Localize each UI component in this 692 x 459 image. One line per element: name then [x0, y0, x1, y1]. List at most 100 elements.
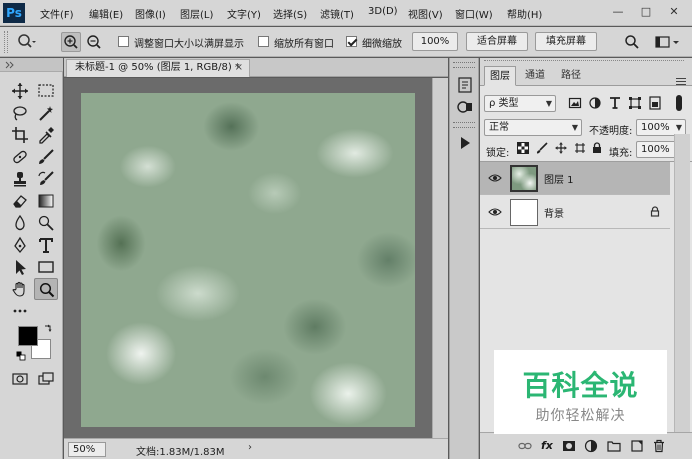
layer-row-background[interactable]: 背景 [480, 196, 670, 229]
menu-3d[interactable]: 3D(D) [368, 6, 398, 17]
delete-layer-icon[interactable] [652, 439, 666, 453]
filter-shape-icon[interactable] [628, 96, 642, 110]
close-window-button[interactable]: ✕ [662, 3, 686, 21]
marquee-tool-icon[interactable] [34, 80, 58, 102]
menu-image[interactable]: 图像(I) [135, 6, 166, 21]
blend-mode-select[interactable]: 正常 ▼ [484, 119, 582, 136]
collapsed-panels-grip-2 [453, 122, 475, 128]
tab-channels[interactable]: 通道 [518, 66, 552, 86]
blur-tool-icon[interactable] [8, 212, 32, 234]
filter-pixel-icon[interactable] [568, 96, 582, 110]
tab-layers[interactable]: 图层 [484, 66, 516, 86]
move-tool-icon[interactable] [8, 80, 32, 102]
filter-adjustment-icon[interactable] [588, 96, 602, 110]
image-canvas[interactable] [81, 93, 415, 427]
link-layers-icon[interactable] [518, 439, 532, 453]
menu-window[interactable]: 窗口(W) [455, 6, 493, 21]
brush-tool-icon[interactable] [34, 146, 58, 168]
layer-row-layer1[interactable]: 图层 1 [480, 162, 670, 195]
minimize-button[interactable]: — [606, 3, 630, 21]
path-selection-tool-icon[interactable] [8, 256, 32, 278]
lock-position-icon[interactable] [555, 142, 567, 154]
opacity-value: 100% [641, 122, 670, 133]
more-tools-icon[interactable] [8, 300, 32, 322]
layer-lock-icon [650, 206, 660, 217]
menu-type[interactable]: 文字(Y) [227, 6, 261, 21]
layer-name[interactable]: 图层 1 [544, 171, 574, 186]
layer-visibility-eye-icon[interactable] [488, 173, 502, 183]
menu-layer[interactable]: 图层(L) [180, 6, 213, 21]
healing-brush-tool-icon[interactable] [8, 146, 32, 168]
menu-file[interactable]: 文件(F) [40, 6, 74, 21]
fill-screen-button[interactable]: 填充屏幕 [535, 32, 597, 51]
properties-panel-icon[interactable] [455, 98, 475, 116]
zoom-level-field[interactable]: 50% [68, 442, 106, 457]
zoom-tool-preset-icon[interactable] [16, 32, 36, 52]
layers-panel-footer: fx [480, 432, 692, 459]
layer-filter-value: ρ 类型 [489, 98, 519, 109]
rectangle-tool-icon[interactable] [34, 256, 58, 278]
menu-filter[interactable]: 滤镜(T) [320, 6, 354, 21]
new-adjustment-layer-icon[interactable] [584, 439, 598, 453]
document-scrollbar[interactable] [432, 78, 448, 438]
screen-mode-icon[interactable] [34, 368, 58, 390]
layers-scrollbar[interactable] [674, 134, 690, 434]
photoshop-logo: Ps [3, 3, 25, 23]
dodge-tool-icon[interactable] [34, 212, 58, 234]
add-mask-icon[interactable] [562, 439, 576, 453]
search-icon[interactable] [622, 32, 642, 52]
layer-name[interactable]: 背景 [544, 205, 564, 220]
zoom-100-button[interactable]: 100% [412, 32, 458, 51]
eyedropper-tool-icon[interactable] [34, 124, 58, 146]
zoom-tool-icon[interactable] [34, 278, 58, 300]
menu-view[interactable]: 视图(V) [408, 6, 443, 21]
default-colors-icon[interactable] [16, 351, 26, 361]
resize-windows-checkbox[interactable] [118, 36, 129, 47]
maximize-button[interactable]: □ [634, 3, 658, 21]
lock-image-pixels-icon[interactable] [536, 142, 548, 154]
document-tab[interactable]: 未标题-1 @ 50% (图层 1, RGB/8) * × [66, 59, 250, 77]
opacity-label: 不透明度: [589, 126, 633, 137]
tab-paths[interactable]: 路径 [554, 66, 588, 86]
lock-transparent-pixels-icon[interactable] [517, 142, 529, 154]
filter-toggle[interactable] [676, 95, 682, 111]
zoom-in-icon[interactable] [61, 32, 81, 52]
layer-visibility-eye-icon[interactable] [488, 207, 502, 217]
workspace-switcher-icon[interactable] [652, 32, 684, 52]
filter-smart-object-icon[interactable] [648, 96, 662, 110]
lock-artboard-icon[interactable] [574, 142, 586, 154]
swap-colors-icon[interactable] [43, 324, 53, 334]
new-group-icon[interactable] [607, 439, 621, 453]
clone-stamp-tool-icon[interactable] [8, 168, 32, 190]
crop-tool-icon[interactable] [8, 124, 32, 146]
new-layer-icon[interactable] [630, 439, 644, 453]
lasso-tool-icon[interactable] [8, 102, 32, 124]
history-brush-tool-icon[interactable] [34, 168, 58, 190]
menu-select[interactable]: 选择(S) [273, 6, 307, 21]
close-document-icon[interactable]: × [235, 60, 243, 76]
lock-all-icon[interactable] [592, 142, 602, 154]
actions-play-icon[interactable] [455, 134, 475, 152]
status-menu-arrow[interactable]: › [248, 442, 252, 453]
gradient-tool-icon[interactable] [34, 190, 58, 212]
menu-edit[interactable]: 编辑(E) [89, 6, 123, 21]
history-panel-icon[interactable] [455, 76, 475, 94]
filter-type-icon[interactable] [608, 96, 622, 110]
pen-tool-icon[interactable] [8, 234, 32, 256]
quick-mask-icon[interactable] [8, 368, 32, 390]
foreground-color-swatch[interactable] [18, 326, 38, 346]
layer-filter-select[interactable]: ρ 类型 ▼ [484, 95, 556, 112]
fit-screen-button[interactable]: 适合屏幕 [466, 32, 528, 51]
menu-help[interactable]: 帮助(H) [507, 6, 542, 21]
eraser-tool-icon[interactable] [8, 190, 32, 212]
hand-tool-icon[interactable] [8, 278, 32, 300]
type-tool-icon[interactable] [34, 234, 58, 256]
layer-style-fx-icon[interactable]: fx [541, 439, 555, 453]
status-bar: 50% 文档:1.83M/1.83M › [64, 438, 448, 459]
magic-wand-tool-icon[interactable] [34, 102, 58, 124]
options-grip [4, 31, 8, 53]
zoom-out-icon[interactable] [84, 32, 104, 52]
zoom-all-windows-checkbox[interactable] [258, 36, 269, 47]
tools-panel-header [0, 58, 63, 72]
scrubby-zoom-checkbox[interactable] [346, 36, 357, 47]
